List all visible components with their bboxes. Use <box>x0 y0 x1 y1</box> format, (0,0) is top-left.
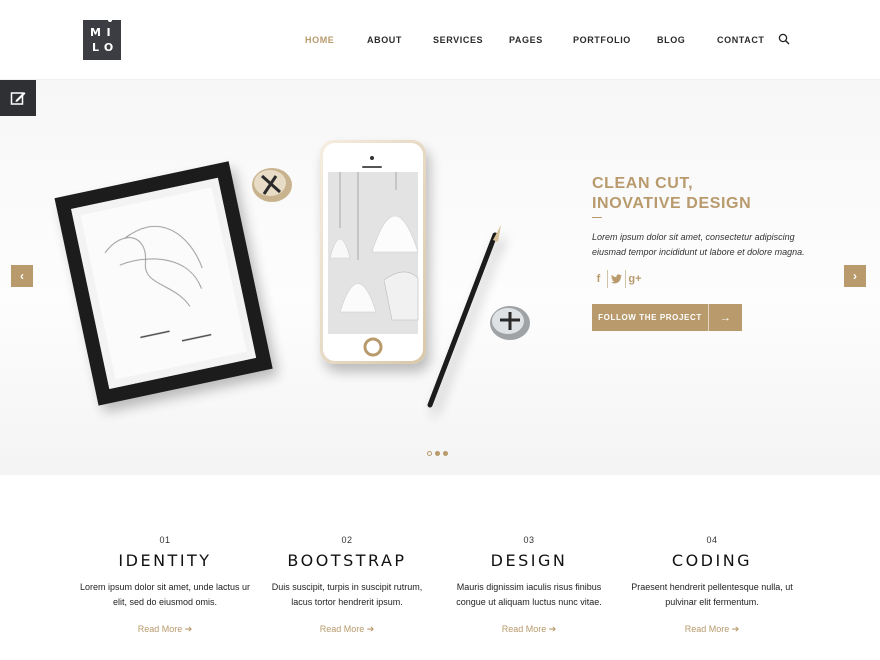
feature-text: Lorem ipsum dolor sit amet, unde lactus … <box>79 582 251 607</box>
slider-pagination <box>427 451 448 456</box>
feature-card: 01 IDENTITY Lorem ipsum dolor sit amet, … <box>75 535 255 637</box>
feature-card: 02 BOOTSTRAP Duis suscipit, turpis in su… <box>257 535 437 637</box>
facebook-icon[interactable]: f <box>590 270 608 288</box>
phone-mockup <box>320 140 426 364</box>
edit-button[interactable] <box>0 80 36 116</box>
twitter-icon[interactable] <box>608 270 626 288</box>
chevron-right-icon: › <box>853 269 857 283</box>
feature-text: Praesent hendrerit pellentesque nulla, u… <box>631 582 793 607</box>
hero-title-line2: INOVATIVE DESIGN <box>592 195 752 212</box>
feature-title: IDENTITY <box>118 551 212 570</box>
slider-next-button[interactable]: › <box>844 265 866 287</box>
feature-title: CODING <box>671 551 753 570</box>
chevron-left-icon: ‹ <box>20 269 24 283</box>
read-more-link[interactable]: Read More ➔ <box>138 624 193 635</box>
slider-prev-button[interactable]: ‹ <box>11 265 33 287</box>
follow-project-label: FOLLOW THE PROJECT <box>598 313 702 322</box>
hero-slider: ‹ › CLEAN CUT, INOVATIVE DESIGN Lorem ip… <box>0 80 880 475</box>
feature-text: Mauris dignissim iaculis risus finibus c… <box>456 582 602 607</box>
read-more-link[interactable]: Read More ➔ <box>685 624 740 635</box>
read-more-link[interactable]: Read More ➔ <box>502 624 557 635</box>
decor-coin-right <box>490 306 530 340</box>
features-section: 01 IDENTITY Lorem ipsum dolor sit amet, … <box>0 475 880 660</box>
feature-card: 03 DESIGN Mauris dignissim iaculis risus… <box>439 535 619 637</box>
feature-number: 01 <box>159 535 171 545</box>
search-icon[interactable] <box>778 33 790 45</box>
read-more-link[interactable]: Read More ➔ <box>320 624 375 635</box>
pencil <box>427 225 501 408</box>
site-header: M I L O HOME ABOUT SERVICES PAGES PORTFO… <box>0 0 880 80</box>
hero-text: Lorem ipsum dolor sit amet, consectetur … <box>592 232 805 257</box>
follow-project-button[interactable]: FOLLOW THE PROJECT → <box>592 304 742 331</box>
slider-dot[interactable] <box>443 451 448 456</box>
photo-frame <box>54 161 273 406</box>
nav-portfolio[interactable]: PORTFOLIO <box>573 35 631 45</box>
nav-home[interactable]: HOME <box>305 35 334 45</box>
social-links: f g+ <box>590 270 644 288</box>
feature-title: BOOTSTRAP <box>287 551 407 570</box>
main-nav: HOME ABOUT SERVICES PAGES PORTFOLIO BLOG… <box>0 35 880 47</box>
decor-coin-top <box>252 168 292 202</box>
hero-illustration <box>54 140 530 408</box>
slider-dot-active[interactable] <box>435 451 440 456</box>
nav-blog[interactable]: BLOG <box>657 35 685 45</box>
feature-number: 02 <box>341 535 353 545</box>
hero-title: CLEAN CUT, INOVATIVE DESIGN <box>592 174 751 214</box>
feature-card: 04 CODING Praesent hendrerit pellentesqu… <box>622 535 802 637</box>
hero-title-line1: CLEAN CUT, <box>592 175 694 192</box>
nav-about[interactable]: ABOUT <box>367 35 402 45</box>
logo-dot <box>108 18 112 22</box>
hero-divider <box>592 217 602 218</box>
slider-dot[interactable] <box>427 451 432 456</box>
button-separator <box>708 304 709 331</box>
feature-number: 04 <box>706 535 718 545</box>
feature-title: DESIGN <box>490 551 568 570</box>
feature-number: 03 <box>523 535 535 545</box>
arrow-right-icon: → <box>720 311 731 324</box>
nav-pages[interactable]: PAGES <box>509 35 543 45</box>
edit-icon <box>10 92 26 105</box>
nav-contact[interactable]: CONTACT <box>717 35 765 45</box>
nav-services[interactable]: SERVICES <box>433 35 483 45</box>
google-plus-icon[interactable]: g+ <box>626 270 644 288</box>
feature-text: Duis suscipit, turpis in suscipit rutrum… <box>271 582 423 607</box>
